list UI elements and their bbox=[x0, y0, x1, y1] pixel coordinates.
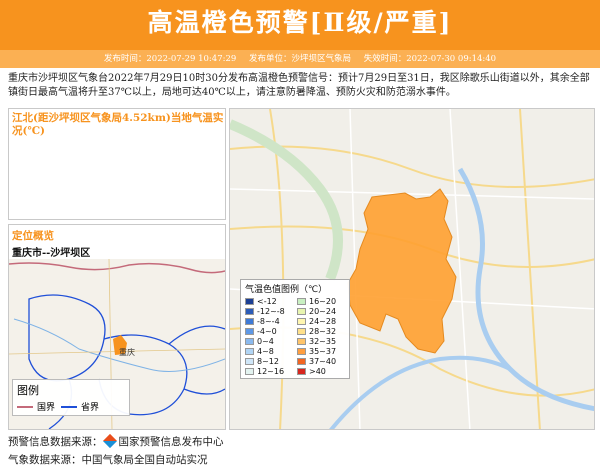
expire-time: 失效时间：2022-07-30 09:14:40 bbox=[363, 54, 497, 64]
footer-source1-label: 预警信息数据来源： bbox=[8, 436, 103, 448]
warning-center-icon bbox=[102, 433, 117, 449]
legend-item: <-12 bbox=[245, 297, 293, 306]
legend-item: 4~8 bbox=[245, 347, 293, 356]
legend-item: -8~-4 bbox=[245, 317, 293, 326]
national-border-swatch bbox=[17, 405, 33, 408]
legend-label: 12~16 bbox=[257, 367, 285, 376]
mini-map-legend: 图例 国界 省界 bbox=[12, 379, 130, 416]
footer-source2: 气象数据来源：中国气象局全国自动站实况 bbox=[8, 454, 208, 466]
legend-label: -4~0 bbox=[257, 327, 277, 336]
location-heading: 定位概览 bbox=[12, 230, 54, 242]
legend-item: 32~35 bbox=[297, 337, 345, 346]
legend-label: 24~28 bbox=[309, 317, 337, 326]
district-boundary bbox=[347, 188, 457, 354]
legend-item: 16~20 bbox=[297, 297, 345, 306]
main-map[interactable]: 气温色值图例（℃） <-12 16~20 -12~-8 20~24 -8~-4 24~28… bbox=[229, 108, 595, 430]
legend-label: 32~35 bbox=[309, 337, 337, 346]
warning-title: 高温橙色预警[Ⅱ级/严重] bbox=[147, 8, 453, 37]
legend-province-border: 省界 bbox=[61, 400, 99, 413]
legend-item: 0~4 bbox=[245, 337, 293, 346]
location-name: 重庆市--沙坪坝区 bbox=[12, 248, 91, 259]
publish-time: 发布时间：2022-07-29 10:47:29 bbox=[103, 54, 237, 64]
temperature-legend-title: 气温色值图例（℃） bbox=[245, 285, 328, 295]
issuer: 发布单位：沙坪坝区气象局 bbox=[248, 54, 351, 64]
temperature-panel: 江北(距沙坪坝区气象局4.52km)当地气温实况(℃) bbox=[8, 108, 226, 220]
legend-item: -4~0 bbox=[245, 327, 293, 336]
legend-label: 35~37 bbox=[309, 347, 337, 356]
legend-label: 37~40 bbox=[309, 357, 337, 366]
mini-map-city-label: 重庆 bbox=[119, 348, 135, 357]
legend-label: 16~20 bbox=[309, 297, 337, 306]
main-map-svg bbox=[230, 109, 594, 429]
legend-swatch bbox=[245, 298, 254, 305]
legend-swatch bbox=[297, 358, 306, 365]
province-border-swatch bbox=[61, 405, 78, 408]
temperature-legend: 气温色值图例（℃） <-12 16~20 -12~-8 20~24 -8~-4 24~28… bbox=[240, 279, 350, 379]
legend-swatch bbox=[297, 298, 306, 305]
legend-national-border: 国界 bbox=[17, 400, 55, 413]
legend-swatch bbox=[297, 348, 306, 355]
warning-meta-bar: 发布时间：2022-07-29 10:47:29 发布单位：沙坪坝区气象局 失效… bbox=[0, 50, 600, 68]
legend-swatch bbox=[245, 358, 254, 365]
legend-label: -12~-8 bbox=[257, 307, 285, 316]
legend-item: 37~40 bbox=[297, 357, 345, 366]
legend-swatch bbox=[297, 328, 306, 335]
legend-item: -12~-8 bbox=[245, 307, 293, 316]
legend-label: 28~32 bbox=[309, 327, 337, 336]
legend-item: 12~16 bbox=[245, 367, 293, 376]
legend-item: 20~24 bbox=[297, 307, 345, 316]
legend-label: 8~12 bbox=[257, 357, 279, 366]
legend-label: -8~-4 bbox=[257, 317, 280, 326]
legend-label: 20~24 bbox=[309, 307, 337, 316]
legend-label: >40 bbox=[309, 367, 326, 376]
legend-swatch bbox=[297, 338, 306, 345]
footer-source1-value[interactable]: 国家预警信息发布中心 bbox=[119, 436, 224, 448]
legend-swatch bbox=[245, 318, 254, 325]
warning-description: 重庆市沙坪坝区气象台2022年7月29日10时30分发布高温橙色预警信号：预计7… bbox=[8, 73, 590, 98]
legend-swatch bbox=[245, 328, 254, 335]
temperature-panel-title: 江北(距沙坪坝区气象局4.52km)当地气温实况(℃) bbox=[12, 112, 224, 137]
legend-item: 24~28 bbox=[297, 317, 345, 326]
legend-swatch bbox=[297, 308, 306, 315]
legend-item: 28~32 bbox=[297, 327, 345, 336]
legend-swatch bbox=[245, 338, 254, 345]
legend-item: 8~12 bbox=[245, 357, 293, 366]
legend-label: 0~4 bbox=[257, 337, 274, 346]
legend-label: <-12 bbox=[257, 297, 277, 306]
legend-swatch bbox=[297, 368, 306, 375]
legend-item: 35~37 bbox=[297, 347, 345, 356]
legend-swatch bbox=[245, 368, 254, 375]
legend-swatch bbox=[245, 308, 254, 315]
location-panel: 定位概览 重庆市--沙坪坝区 重庆 图例 国界 省界 bbox=[8, 224, 226, 430]
legend-item: >40 bbox=[297, 367, 345, 376]
footer-source1: 预警信息数据来源： 国家预警信息发布中心 bbox=[8, 433, 224, 449]
temperature-legend-grid: <-12 16~20 -12~-8 20~24 -8~-4 24~28 -4~0 28~32 0… bbox=[245, 297, 345, 376]
legend-swatch bbox=[245, 348, 254, 355]
warning-banner: 高温橙色预警[Ⅱ级/严重] bbox=[0, 0, 600, 50]
legend-label: 4~8 bbox=[257, 347, 274, 356]
mini-map-legend-title: 图例 bbox=[17, 384, 39, 397]
mini-map[interactable]: 重庆 图例 国界 省界 bbox=[9, 259, 225, 429]
legend-swatch bbox=[297, 318, 306, 325]
